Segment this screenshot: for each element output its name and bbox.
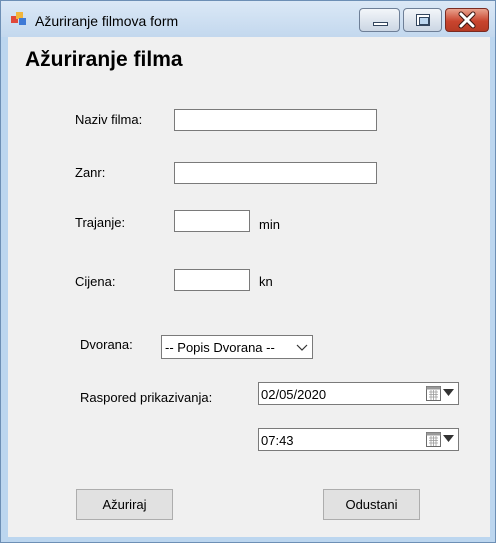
cijena-label: Cijena: (75, 274, 116, 289)
title-bar[interactable]: Ažuriranje filmova form (1, 1, 495, 37)
zanr-input[interactable] (174, 162, 377, 184)
date-picker[interactable]: 02/05/2020 (258, 382, 459, 405)
trajanje-label: Trajanje: (75, 215, 126, 230)
dvorana-select[interactable]: -- Popis Dvorana -- (161, 335, 313, 359)
date-value: 02/05/2020 (261, 387, 327, 402)
calendar-icon (426, 432, 441, 447)
odustani-button[interactable]: Odustani (323, 489, 420, 520)
close-icon (458, 11, 476, 29)
cijena-input[interactable] (174, 269, 250, 291)
dropdown-arrow-icon[interactable] (443, 435, 454, 443)
time-picker[interactable]: 07:43 (258, 428, 459, 451)
window-title: Ažuriranje filmova form (35, 13, 179, 29)
maximize-button[interactable] (403, 8, 442, 32)
app-window: Ažuriranje filmova form Ažuriranje filma… (0, 0, 496, 543)
naziv-filma-label: Naziv filma: (75, 112, 143, 127)
zanr-label: Zanr: (75, 165, 106, 180)
naziv-filma-input[interactable] (174, 109, 377, 131)
close-button[interactable] (445, 8, 489, 32)
dropdown-arrow-icon[interactable] (443, 389, 454, 397)
calendar-icon (426, 386, 441, 401)
page-title: Ažuriranje filma (25, 48, 183, 71)
cijena-unit-label: kn (259, 274, 273, 289)
raspored-label: Raspored prikazivanja: (80, 390, 213, 405)
minimize-button[interactable] (359, 8, 400, 32)
winforms-app-icon (11, 12, 28, 26)
minimize-icon (373, 22, 388, 26)
time-value: 07:43 (261, 433, 294, 448)
trajanje-unit-label: min (259, 217, 280, 232)
dvorana-selected-value: -- Popis Dvorana -- (165, 340, 275, 355)
trajanje-input[interactable] (174, 210, 250, 232)
form-client-area: Ažuriranje filma Naziv filma: Zanr: Traj… (8, 37, 490, 537)
azuriraj-button[interactable]: Ažuriraj (76, 489, 173, 520)
maximize-icon (416, 14, 430, 26)
dvorana-label: Dvorana: (80, 337, 133, 352)
chevron-down-icon (296, 344, 308, 351)
